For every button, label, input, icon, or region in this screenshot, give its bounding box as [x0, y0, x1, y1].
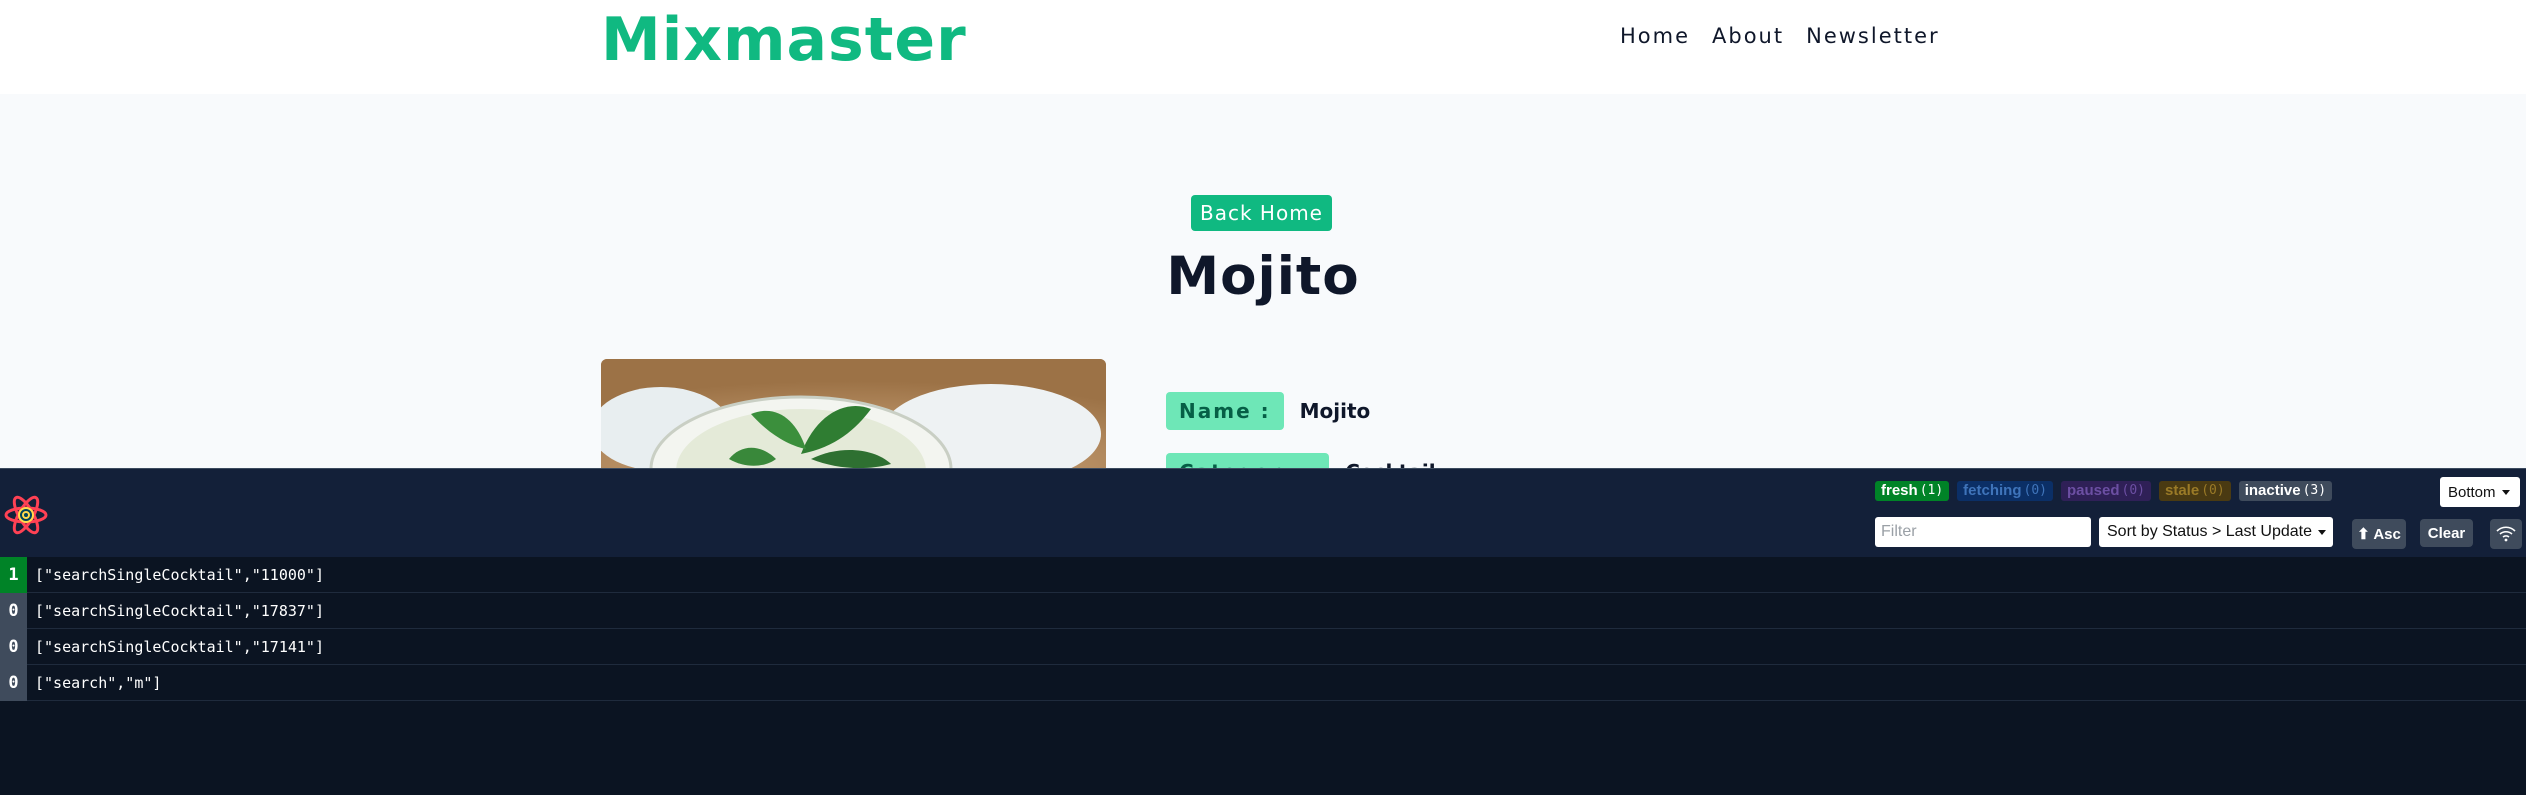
observer-count: 0: [0, 628, 27, 665]
sort-select[interactable]: Sort by Status > Last Update: [2099, 517, 2333, 547]
observer-count: 0: [0, 592, 27, 629]
nav-link-about[interactable]: About: [1712, 20, 1784, 52]
badge-fresh: fresh (1): [1875, 481, 1950, 501]
badge-stale: stale (0): [2159, 481, 2231, 501]
query-devtools-panel: fresh (1) fetching (0) paused (0) stale (0) …: [0, 468, 2526, 795]
info-value-name: Mojito: [1299, 399, 1371, 423]
nav-links: Home About Newsletter: [1620, 20, 1940, 52]
filter-input[interactable]: [1875, 517, 2091, 547]
info-row-name: Name : Mojito: [1166, 392, 1370, 430]
wifi-icon[interactable]: [2490, 519, 2522, 549]
query-key: ["search","m"]: [35, 673, 162, 692]
query-key: ["searchSingleCocktail","11000"]: [35, 565, 324, 584]
query-row[interactable]: 1 ["searchSingleCocktail","11000"]: [0, 556, 2526, 593]
badge-fetching: fetching (0): [1957, 481, 2053, 501]
query-key: ["searchSingleCocktail","17141"]: [35, 637, 324, 656]
query-row[interactable]: 0 ["searchSingleCocktail","17141"]: [0, 628, 2526, 665]
observer-count: 0: [0, 664, 27, 701]
panel-position-select[interactable]: Bottom: [2440, 477, 2520, 507]
back-home-button[interactable]: Back Home: [1191, 195, 1332, 231]
observer-count: 1: [0, 556, 27, 593]
clear-cache-button[interactable]: Clear: [2420, 519, 2473, 547]
nav-link-newsletter[interactable]: Newsletter: [1806, 20, 1940, 52]
chevron-down-icon: [2318, 529, 2327, 535]
badge-paused: paused (0): [2061, 481, 2151, 501]
chevron-down-icon: [2501, 489, 2510, 495]
query-row[interactable]: 0 ["search","m"]: [0, 664, 2526, 701]
sort-direction-button[interactable]: ⬆ Asc: [2352, 519, 2406, 549]
drink-image: [601, 359, 1106, 469]
navbar: Mixmaster Home About Newsletter: [0, 0, 2526, 94]
info-label-name: Name :: [1166, 392, 1284, 430]
query-key: ["searchSingleCocktail","17837"]: [35, 601, 324, 620]
query-row[interactable]: 0 ["searchSingleCocktail","17837"]: [0, 592, 2526, 629]
devtools-header: fresh (1) fetching (0) paused (0) stale (0) …: [0, 469, 2526, 557]
mojito-photo: [601, 359, 1106, 469]
react-query-logo-icon[interactable]: [3, 492, 49, 538]
nav-link-home[interactable]: Home: [1620, 20, 1690, 52]
badge-inactive: inactive (3): [2238, 481, 2333, 501]
query-list: 1 ["searchSingleCocktail","11000"] 0 ["s…: [0, 556, 2526, 701]
page-title: Mojito: [1166, 246, 1360, 307]
status-badges: fresh (1) fetching (0) paused (0) stale (0) …: [1875, 481, 2333, 501]
brand-logo[interactable]: Mixmaster: [601, 2, 967, 78]
